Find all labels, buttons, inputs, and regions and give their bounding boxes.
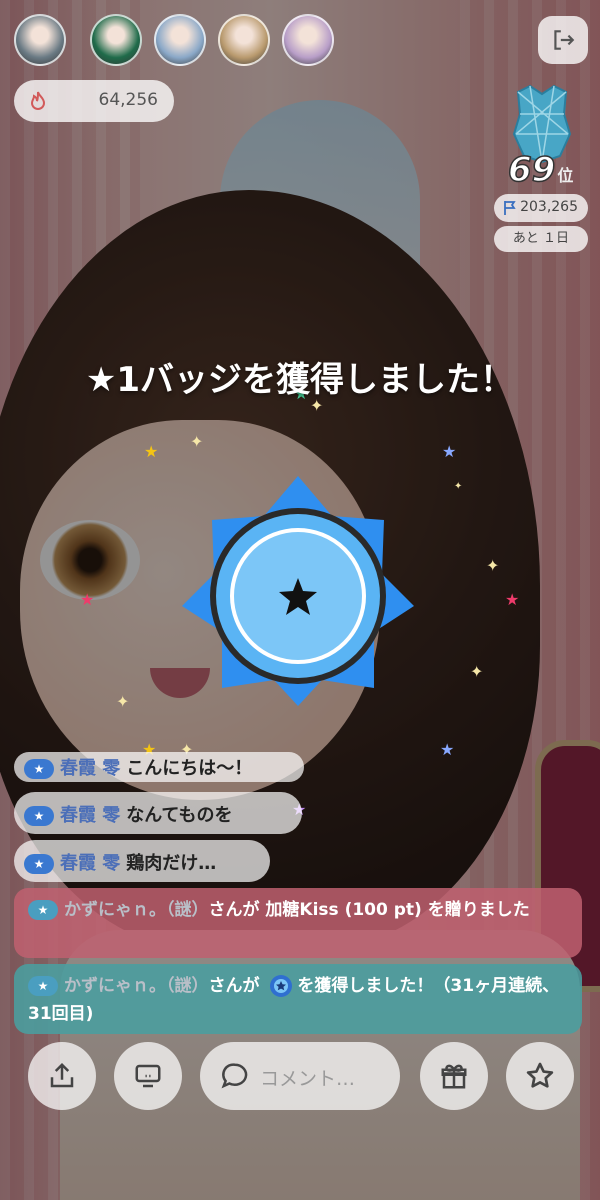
chat-text: こんにちは〜！ (126, 758, 253, 779)
comment-input[interactable]: コメント… (200, 1042, 400, 1110)
chat-username: 春霞 零 (60, 758, 121, 779)
sparkle-star: ★ (80, 590, 95, 609)
viewer-avatar[interactable] (282, 14, 334, 66)
user-badge: ★ (28, 976, 58, 996)
sparkle-star: ★ (144, 442, 159, 461)
sparkle-star: ★ (442, 442, 457, 461)
chat-message[interactable]: ★ 春霞 零こんにちは〜！ (14, 752, 304, 782)
chat-message[interactable]: ★ 春霞 零なんてものを (14, 792, 302, 834)
viewer-avatar[interactable] (90, 14, 142, 66)
viewer-avatar[interactable] (218, 14, 270, 66)
exit-icon (554, 30, 575, 50)
points-pill[interactable]: 64,256 (14, 80, 174, 122)
chat-username: 春霞 零 (60, 805, 121, 826)
screen-button[interactable] (114, 1042, 182, 1110)
badge-log-username: かずにゃｎ。（謎） (64, 976, 209, 996)
user-badge: ★ (24, 806, 54, 826)
viewer-avatar[interactable] (154, 14, 206, 66)
rank-number: 69 位 (507, 149, 574, 191)
share-button[interactable] (28, 1042, 96, 1110)
sparkle: ✦ (454, 481, 463, 492)
sparkle: ✦ (116, 692, 130, 711)
gift-message[interactable]: ★ かずにゃｎ。（謎）さんが 加糖Kiss (100 pt) を贈りました (14, 888, 582, 958)
comment-icon (221, 1063, 248, 1089)
flag-icon (504, 201, 516, 215)
favorite-button[interactable] (506, 1042, 574, 1110)
rank-value: 69 (507, 149, 556, 191)
gift-icon (441, 1064, 467, 1089)
score-value: 203,265 (520, 199, 578, 215)
sparkle: ✦ (470, 662, 484, 681)
remaining-time: あと １日 (494, 226, 588, 252)
flame-icon (30, 91, 46, 110)
user-badge: ★ (24, 759, 54, 779)
sparkle: ✦ (190, 432, 204, 451)
points-value: 64,256 (98, 90, 158, 110)
chat-username: 春霞 零 (60, 853, 121, 874)
chat-message[interactable]: ★ 春霞 零鶏肉だけ… (14, 840, 270, 882)
share-icon (50, 1062, 74, 1088)
user-badge: ★ (28, 900, 58, 920)
user-badge: ★ (24, 854, 54, 874)
chat-text: 鶏肉だけ… (126, 853, 217, 874)
badge-acquired-log[interactable]: ★ かずにゃｎ。（謎）さんが を獲得しました！（31ヶ月連続、31回目) (14, 964, 582, 1034)
sparkle-star: ★ (505, 590, 520, 609)
gift-text: さんが 加糖Kiss (100 pt) を贈りました (208, 900, 530, 920)
screen-icon (135, 1064, 161, 1088)
gift-button[interactable] (420, 1042, 488, 1110)
viewer-avatar[interactable] (14, 14, 66, 66)
exit-button[interactable] (538, 16, 588, 64)
score-pill: 203,265 (494, 194, 588, 222)
sparkle: ✦ (486, 556, 500, 575)
badge-log-text: さんが (208, 976, 260, 996)
stream-screen: 64,256 69 位 203,265 あと １日 ★ ✦ ★ ✦ ★ ✦ ★ ✦… (0, 0, 600, 1200)
comment-placeholder: コメント… (260, 1068, 356, 1090)
mini-star-badge-icon (270, 975, 293, 997)
badge-acquired-message: ★1バッジを獲得しました！ (85, 360, 515, 400)
chat-text: なんてものを (126, 805, 233, 826)
star-outline-icon (526, 1062, 554, 1088)
gift-username: かずにゃｎ。（謎） (64, 900, 209, 920)
sparkle-star: ★ (440, 740, 455, 759)
star-badge-icon (182, 476, 414, 706)
rank-suffix: 位 (557, 166, 574, 185)
